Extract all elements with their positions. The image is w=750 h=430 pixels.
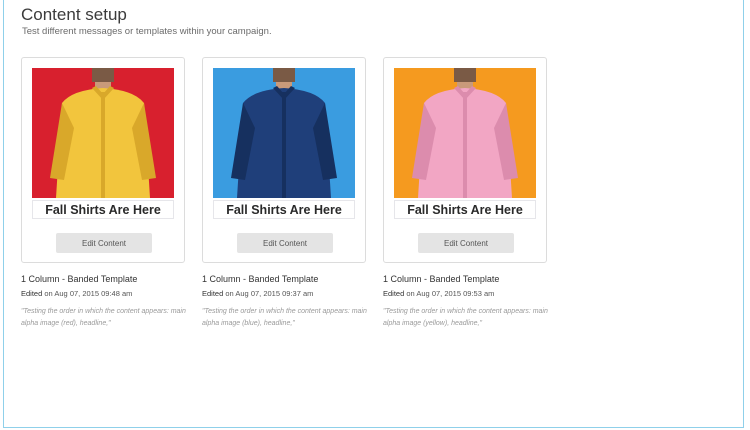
variant-note: "Testing the order in which the content …: [202, 308, 367, 327]
headline-text: Fall Shirts Are Here: [394, 200, 536, 219]
template-name: 1 Column - Banded Template: [21, 274, 138, 284]
edited-date: on Aug 07, 2015 09:53 am: [406, 289, 495, 298]
shirt-model-image: [394, 68, 536, 198]
edited-date: on Aug 07, 2015 09:37 am: [225, 289, 314, 298]
edit-content-button[interactable]: Edit Content: [237, 233, 333, 253]
headline-text: Fall Shirts Are Here: [32, 200, 174, 219]
variant-card-2: Fall Shirts Are Here Edit Content 1 Colu…: [202, 57, 367, 327]
edited-date: on Aug 07, 2015 09:48 am: [44, 289, 133, 298]
edit-content-button[interactable]: Edit Content: [418, 233, 514, 253]
shirt-model-image: [32, 68, 174, 198]
edited-timestamp: Edited on Aug 07, 2015 09:53 am: [383, 289, 494, 298]
variant-note: "Testing the order in which the content …: [383, 308, 548, 327]
edited-timestamp: Edited on Aug 07, 2015 09:48 am: [21, 289, 132, 298]
content-preview[interactable]: Fall Shirts Are Here Edit Content: [383, 57, 547, 263]
edited-timestamp: Edited on Aug 07, 2015 09:37 am: [202, 289, 313, 298]
content-preview[interactable]: Fall Shirts Are Here Edit Content: [202, 57, 366, 263]
preview-image: [394, 68, 536, 198]
page-subtitle: Test different messages or templates wit…: [22, 26, 272, 37]
edited-label: Edited: [21, 289, 43, 298]
preview-image: [32, 68, 174, 198]
edit-content-button[interactable]: Edit Content: [56, 233, 152, 253]
template-name: 1 Column - Banded Template: [202, 274, 319, 284]
shirt-model-image: [213, 68, 355, 198]
page-title: Content setup: [21, 5, 127, 24]
content-preview[interactable]: Fall Shirts Are Here Edit Content: [21, 57, 185, 263]
variant-card-1: Fall Shirts Are Here Edit Content 1 Colu…: [21, 57, 186, 327]
edited-label: Edited: [383, 289, 405, 298]
headline-text: Fall Shirts Are Here: [213, 200, 355, 219]
preview-image: [213, 68, 355, 198]
variant-note: "Testing the order in which the content …: [21, 308, 186, 327]
template-name: 1 Column - Banded Template: [383, 274, 500, 284]
variant-card-3: Fall Shirts Are Here Edit Content 1 Colu…: [383, 57, 548, 327]
edited-label: Edited: [202, 289, 224, 298]
